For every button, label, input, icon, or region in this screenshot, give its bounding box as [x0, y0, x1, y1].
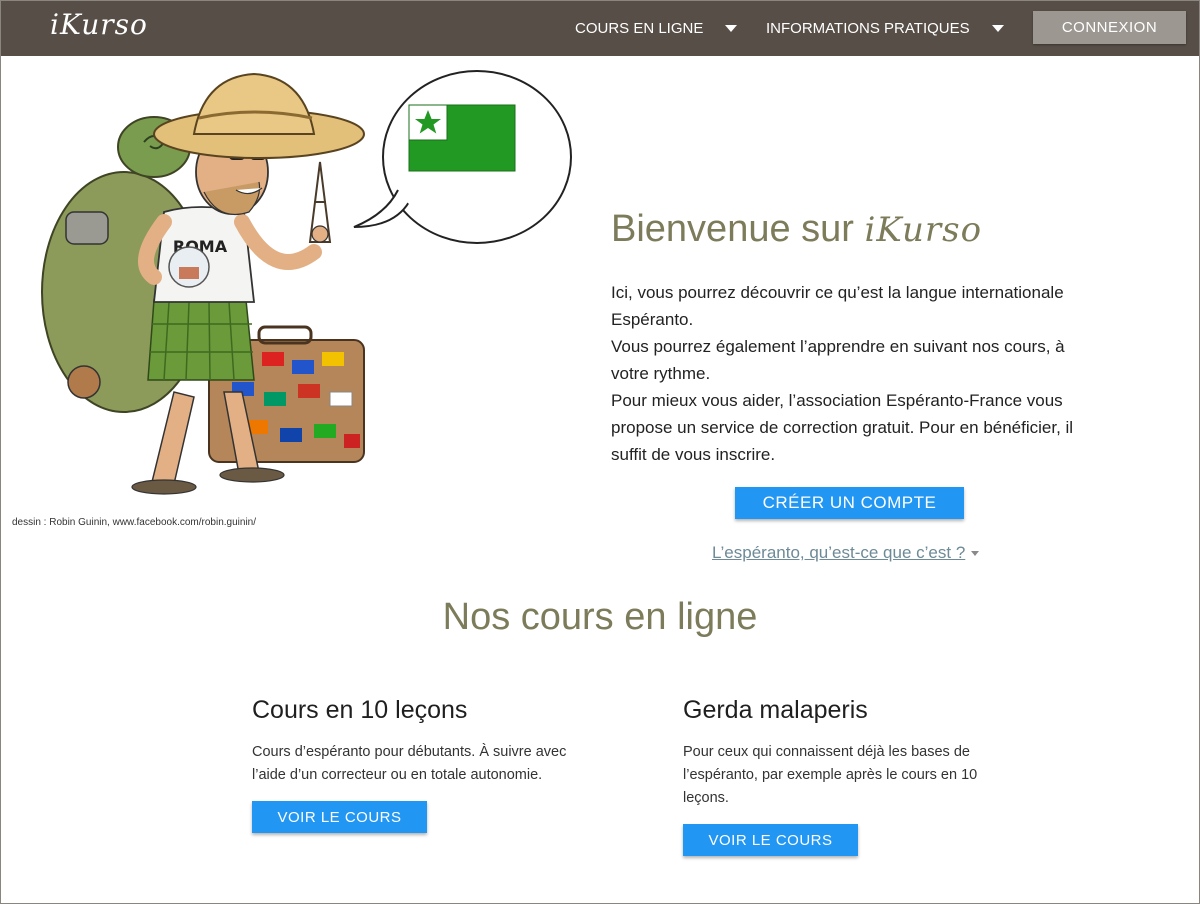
view-course-button[interactable]: VOIR LE COURS — [683, 824, 858, 856]
esperanto-info-link[interactable]: L’espéranto, qu’est-ce que c’est ? — [712, 543, 980, 563]
menu-cours-en-ligne[interactable]: COURS EN LIGNE — [575, 0, 738, 56]
caret-down-icon — [991, 24, 1004, 32]
login-button[interactable]: CONNEXION — [1033, 11, 1186, 44]
create-account-button[interactable]: CRÉER UN COMPTE — [735, 487, 964, 519]
course-description: Pour ceux qui connaissent déjà les bases… — [683, 744, 978, 806]
snow-globe-icon — [168, 246, 210, 288]
course-card: Gerda malaperis Pour ceux qui connaissen… — [683, 696, 1043, 856]
course-description: Cours d’espéranto pour débutants. À suiv… — [252, 744, 567, 783]
course-card: Cours en 10 leçons Cours d’espéranto pou… — [252, 696, 612, 833]
welcome-title-prefix: Bienvenue sur — [611, 208, 865, 250]
welcome-title-brand: iKurso — [864, 210, 983, 250]
top-navbar: iKurso COURS EN LIGNE INFORMATIONS PRATI… — [0, 0, 1200, 56]
caret-down-icon — [971, 551, 980, 557]
menu-cours-label: COURS EN LIGNE — [575, 19, 704, 37]
course-title: Cours en 10 leçons — [252, 696, 468, 724]
menu-informations-pratiques[interactable]: INFORMATIONS PRATIQUES — [766, 0, 1004, 56]
esperanto-info-link-label: L’espéranto, qu’est-ce que c’est ? — [712, 543, 966, 562]
esperanto-flag-icon — [408, 104, 516, 172]
welcome-paragraph: Vous pourrez également l’apprendre en su… — [611, 337, 1065, 383]
welcome-text: Ici, vous pourrez découvrir ce qu’est la… — [611, 279, 1091, 468]
view-course-button[interactable]: VOIR LE COURS — [252, 801, 427, 833]
traveler-illustration: ROMA — [41, 70, 572, 495]
caret-down-icon — [725, 24, 738, 32]
site-logo[interactable]: iKurso — [50, 8, 148, 41]
sombrero-hat — [153, 72, 365, 159]
menu-infos-label: INFORMATIONS PRATIQUES — [766, 19, 970, 37]
illustration-credit: dessin : Robin Guinin, www.facebook.com/… — [12, 517, 257, 528]
welcome-title: Bienvenue sur iKurso — [611, 208, 982, 251]
welcome-paragraph: Ici, vous pourrez découvrir ce qu’est la… — [611, 283, 1064, 329]
eiffel-tower-icon — [308, 161, 332, 243]
courses-section-title: Nos cours en ligne — [442, 596, 758, 638]
course-title: Gerda malaperis — [683, 696, 868, 724]
kilt — [147, 299, 255, 381]
welcome-paragraph: Pour mieux vous aider, l’association Esp… — [611, 391, 1074, 464]
